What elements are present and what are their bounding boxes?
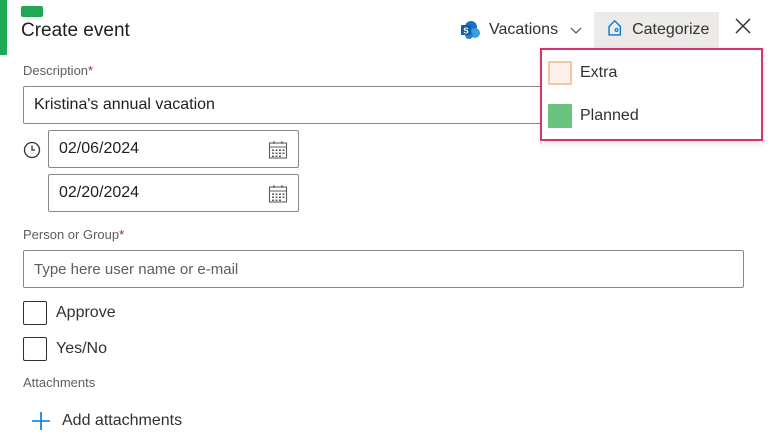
start-date-input[interactable]: 02/06/2024 — [48, 130, 299, 168]
chevron-down-icon — [568, 22, 584, 38]
brand-tag — [21, 6, 43, 17]
accent-bar — [0, 0, 7, 55]
close-icon — [735, 18, 751, 34]
clock-icon — [23, 141, 41, 159]
add-attachments-button[interactable]: Add attachments — [30, 410, 182, 432]
calendar-label: Vacations — [489, 21, 559, 38]
person-label: Person or Group* — [23, 227, 124, 242]
category-item-extra[interactable]: Extra — [548, 58, 748, 88]
sharepoint-icon: S — [459, 19, 481, 41]
attachments-label: Attachments — [23, 375, 96, 390]
person-label-text: Person or Group — [23, 227, 120, 242]
end-date-value: 02/20/2024 — [59, 184, 140, 201]
category-item-extra-label: Extra — [580, 64, 618, 81]
required-mark: * — [88, 63, 94, 78]
category-item-planned[interactable]: Planned — [548, 101, 748, 131]
approve-label: Approve — [56, 304, 116, 321]
categorize-label: Categorize — [632, 21, 710, 38]
description-label-text: Description — [23, 63, 89, 78]
planned-color-swatch — [548, 104, 572, 128]
plus-icon — [30, 410, 52, 432]
page-title: Create event — [21, 20, 130, 41]
approve-checkbox-row[interactable]: Approve — [23, 301, 116, 325]
yesno-label: Yes/No — [56, 340, 107, 357]
extra-color-swatch — [548, 61, 572, 85]
top-actions: S Vacations Categorize — [455, 12, 720, 48]
person-input[interactable]: Type here user name or e-mail — [23, 250, 744, 288]
category-menu: Extra Planned — [540, 48, 763, 141]
calendar-selector[interactable]: S Vacations — [455, 12, 592, 48]
required-mark: * — [119, 227, 125, 242]
category-item-planned-label: Planned — [580, 107, 639, 124]
description-label: Description* — [23, 63, 93, 78]
calendar-icon[interactable] — [268, 184, 288, 204]
svg-text:S: S — [463, 27, 469, 36]
yesno-checkbox-row[interactable]: Yes/No — [23, 337, 107, 361]
person-placeholder: Type here user name or e-mail — [34, 260, 239, 278]
add-attachments-label: Add attachments — [62, 412, 183, 429]
start-date-value: 02/06/2024 — [59, 140, 140, 157]
close-button[interactable] — [730, 13, 756, 39]
calendar-icon[interactable] — [268, 140, 288, 160]
description-input[interactable]: Kristina's annual vacation — [23, 86, 548, 124]
description-value: Kristina's annual vacation — [34, 96, 215, 113]
approve-checkbox[interactable] — [23, 301, 47, 325]
categorize-button[interactable]: Categorize — [594, 12, 720, 48]
yesno-checkbox[interactable] — [23, 337, 47, 361]
tag-icon — [604, 20, 624, 40]
end-date-input[interactable]: 02/20/2024 — [48, 174, 299, 212]
